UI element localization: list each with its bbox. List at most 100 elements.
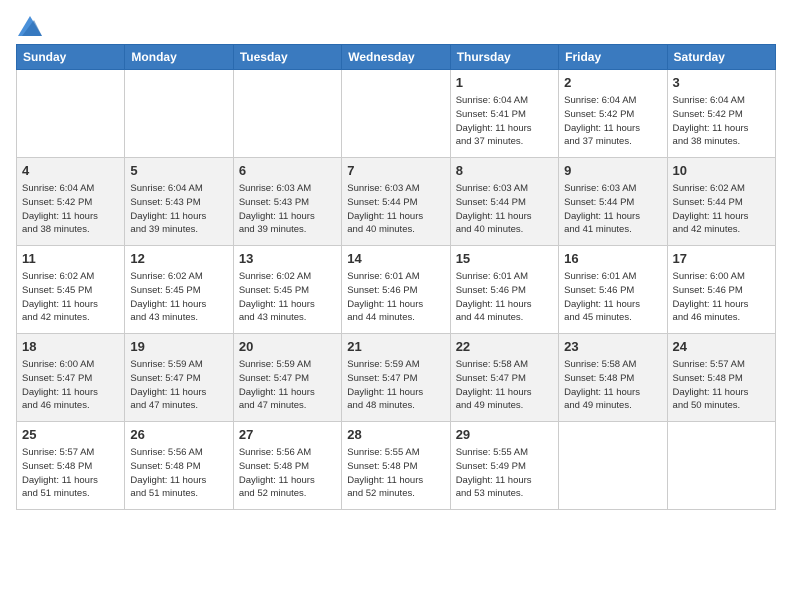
- calendar-cell: [17, 70, 125, 158]
- calendar-cell: [233, 70, 341, 158]
- col-header-wednesday: Wednesday: [342, 45, 450, 70]
- day-number: 28: [347, 426, 444, 444]
- day-number: 20: [239, 338, 336, 356]
- day-info: Sunrise: 6:04 AM Sunset: 5:43 PM Dayligh…: [130, 182, 227, 237]
- calendar-header-row: SundayMondayTuesdayWednesdayThursdayFrid…: [17, 45, 776, 70]
- day-info: Sunrise: 6:04 AM Sunset: 5:42 PM Dayligh…: [673, 94, 770, 149]
- day-number: 11: [22, 250, 119, 268]
- day-info: Sunrise: 6:03 AM Sunset: 5:44 PM Dayligh…: [564, 182, 661, 237]
- day-info: Sunrise: 5:59 AM Sunset: 5:47 PM Dayligh…: [239, 358, 336, 413]
- day-info: Sunrise: 6:00 AM Sunset: 5:47 PM Dayligh…: [22, 358, 119, 413]
- day-number: 3: [673, 74, 770, 92]
- calendar-cell: 11 Sunrise: 6:02 AM Sunset: 5:45 PM Dayli…: [17, 246, 125, 334]
- calendar-week-row: 4 Sunrise: 6:04 AM Sunset: 5:42 PM Daylig…: [17, 158, 776, 246]
- day-info: Sunrise: 5:57 AM Sunset: 5:48 PM Dayligh…: [22, 446, 119, 501]
- logo: [16, 16, 42, 36]
- calendar-table: SundayMondayTuesdayWednesdayThursdayFrid…: [16, 44, 776, 510]
- day-info: Sunrise: 6:02 AM Sunset: 5:45 PM Dayligh…: [22, 270, 119, 325]
- col-header-saturday: Saturday: [667, 45, 775, 70]
- calendar-cell: 2 Sunrise: 6:04 AM Sunset: 5:42 PM Daylig…: [559, 70, 667, 158]
- calendar-cell: 14 Sunrise: 6:01 AM Sunset: 5:46 PM Dayli…: [342, 246, 450, 334]
- calendar-cell: [559, 422, 667, 510]
- calendar-cell: [125, 70, 233, 158]
- calendar-week-row: 11 Sunrise: 6:02 AM Sunset: 5:45 PM Dayli…: [17, 246, 776, 334]
- calendar-cell: 24 Sunrise: 5:57 AM Sunset: 5:48 PM Dayli…: [667, 334, 775, 422]
- day-number: 7: [347, 162, 444, 180]
- col-header-friday: Friday: [559, 45, 667, 70]
- page-header: [16, 10, 776, 36]
- day-number: 21: [347, 338, 444, 356]
- col-header-tuesday: Tuesday: [233, 45, 341, 70]
- day-info: Sunrise: 5:59 AM Sunset: 5:47 PM Dayligh…: [347, 358, 444, 413]
- calendar-cell: 26Sunrise: 5:56 AM Sunset: 5:48 PM Dayli…: [125, 422, 233, 510]
- day-info: Sunrise: 6:04 AM Sunset: 5:42 PM Dayligh…: [564, 94, 661, 149]
- day-number: 23: [564, 338, 661, 356]
- day-info: Sunrise: 6:01 AM Sunset: 5:46 PM Dayligh…: [347, 270, 444, 325]
- calendar-cell: 22Sunrise: 5:58 AM Sunset: 5:47 PM Dayli…: [450, 334, 558, 422]
- day-info: Sunrise: 6:04 AM Sunset: 5:42 PM Dayligh…: [22, 182, 119, 237]
- day-info: Sunrise: 5:59 AM Sunset: 5:47 PM Dayligh…: [130, 358, 227, 413]
- day-number: 13: [239, 250, 336, 268]
- day-info: Sunrise: 5:55 AM Sunset: 5:49 PM Dayligh…: [456, 446, 553, 501]
- calendar-cell: 21 Sunrise: 5:59 AM Sunset: 5:47 PM Dayli…: [342, 334, 450, 422]
- day-number: 25: [22, 426, 119, 444]
- day-number: 12: [130, 250, 227, 268]
- calendar-week-row: 18Sunrise: 6:00 AM Sunset: 5:47 PM Dayli…: [17, 334, 776, 422]
- day-number: 14: [347, 250, 444, 268]
- day-number: 10: [673, 162, 770, 180]
- day-number: 4: [22, 162, 119, 180]
- calendar-cell: 23Sunrise: 5:58 AM Sunset: 5:48 PM Dayli…: [559, 334, 667, 422]
- calendar-cell: 5 Sunrise: 6:04 AM Sunset: 5:43 PM Daylig…: [125, 158, 233, 246]
- day-info: Sunrise: 6:01 AM Sunset: 5:46 PM Dayligh…: [564, 270, 661, 325]
- col-header-thursday: Thursday: [450, 45, 558, 70]
- day-number: 19: [130, 338, 227, 356]
- day-info: Sunrise: 5:57 AM Sunset: 5:48 PM Dayligh…: [673, 358, 770, 413]
- calendar-week-row: 1Sunrise: 6:04 AM Sunset: 5:41 PM Daylig…: [17, 70, 776, 158]
- day-info: Sunrise: 6:02 AM Sunset: 5:45 PM Dayligh…: [130, 270, 227, 325]
- calendar-cell: 7Sunrise: 6:03 AM Sunset: 5:44 PM Daylig…: [342, 158, 450, 246]
- day-number: 24: [673, 338, 770, 356]
- col-header-monday: Monday: [125, 45, 233, 70]
- calendar-cell: 6 Sunrise: 6:03 AM Sunset: 5:43 PM Daylig…: [233, 158, 341, 246]
- calendar-cell: [667, 422, 775, 510]
- calendar-cell: 12 Sunrise: 6:02 AM Sunset: 5:45 PM Dayli…: [125, 246, 233, 334]
- day-number: 2: [564, 74, 661, 92]
- calendar-cell: 8 Sunrise: 6:03 AM Sunset: 5:44 PM Daylig…: [450, 158, 558, 246]
- day-number: 17: [673, 250, 770, 268]
- day-info: Sunrise: 6:03 AM Sunset: 5:44 PM Dayligh…: [456, 182, 553, 237]
- calendar-cell: 27 Sunrise: 5:56 AM Sunset: 5:48 PM Dayli…: [233, 422, 341, 510]
- day-info: Sunrise: 5:56 AM Sunset: 5:48 PM Dayligh…: [239, 446, 336, 501]
- col-header-sunday: Sunday: [17, 45, 125, 70]
- calendar-cell: 9 Sunrise: 6:03 AM Sunset: 5:44 PM Daylig…: [559, 158, 667, 246]
- day-number: 8: [456, 162, 553, 180]
- day-number: 9: [564, 162, 661, 180]
- day-info: Sunrise: 5:56 AM Sunset: 5:48 PM Dayligh…: [130, 446, 227, 501]
- day-number: 27: [239, 426, 336, 444]
- day-info: Sunrise: 6:04 AM Sunset: 5:41 PM Dayligh…: [456, 94, 553, 149]
- day-number: 29: [456, 426, 553, 444]
- day-number: 6: [239, 162, 336, 180]
- day-info: Sunrise: 6:03 AM Sunset: 5:43 PM Dayligh…: [239, 182, 336, 237]
- day-info: Sunrise: 6:00 AM Sunset: 5:46 PM Dayligh…: [673, 270, 770, 325]
- day-number: 5: [130, 162, 227, 180]
- day-info: Sunrise: 5:58 AM Sunset: 5:47 PM Dayligh…: [456, 358, 553, 413]
- calendar-cell: 18Sunrise: 6:00 AM Sunset: 5:47 PM Dayli…: [17, 334, 125, 422]
- calendar-cell: 10Sunrise: 6:02 AM Sunset: 5:44 PM Dayli…: [667, 158, 775, 246]
- calendar-cell: 16 Sunrise: 6:01 AM Sunset: 5:46 PM Dayli…: [559, 246, 667, 334]
- calendar-cell: 19 Sunrise: 5:59 AM Sunset: 5:47 PM Dayli…: [125, 334, 233, 422]
- calendar-cell: 3 Sunrise: 6:04 AM Sunset: 5:42 PM Daylig…: [667, 70, 775, 158]
- calendar-cell: 15Sunrise: 6:01 AM Sunset: 5:46 PM Dayli…: [450, 246, 558, 334]
- calendar-cell: [342, 70, 450, 158]
- calendar-cell: 17 Sunrise: 6:00 AM Sunset: 5:46 PM Dayli…: [667, 246, 775, 334]
- day-number: 16: [564, 250, 661, 268]
- logo-icon: [18, 16, 42, 36]
- day-info: Sunrise: 6:01 AM Sunset: 5:46 PM Dayligh…: [456, 270, 553, 325]
- calendar-cell: 28 Sunrise: 5:55 AM Sunset: 5:48 PM Dayli…: [342, 422, 450, 510]
- calendar-cell: 1Sunrise: 6:04 AM Sunset: 5:41 PM Daylig…: [450, 70, 558, 158]
- calendar-week-row: 25 Sunrise: 5:57 AM Sunset: 5:48 PM Dayli…: [17, 422, 776, 510]
- calendar-cell: 20 Sunrise: 5:59 AM Sunset: 5:47 PM Dayli…: [233, 334, 341, 422]
- calendar-cell: 4 Sunrise: 6:04 AM Sunset: 5:42 PM Daylig…: [17, 158, 125, 246]
- calendar-cell: 25 Sunrise: 5:57 AM Sunset: 5:48 PM Dayli…: [17, 422, 125, 510]
- day-info: Sunrise: 5:55 AM Sunset: 5:48 PM Dayligh…: [347, 446, 444, 501]
- calendar-cell: 13Sunrise: 6:02 AM Sunset: 5:45 PM Dayli…: [233, 246, 341, 334]
